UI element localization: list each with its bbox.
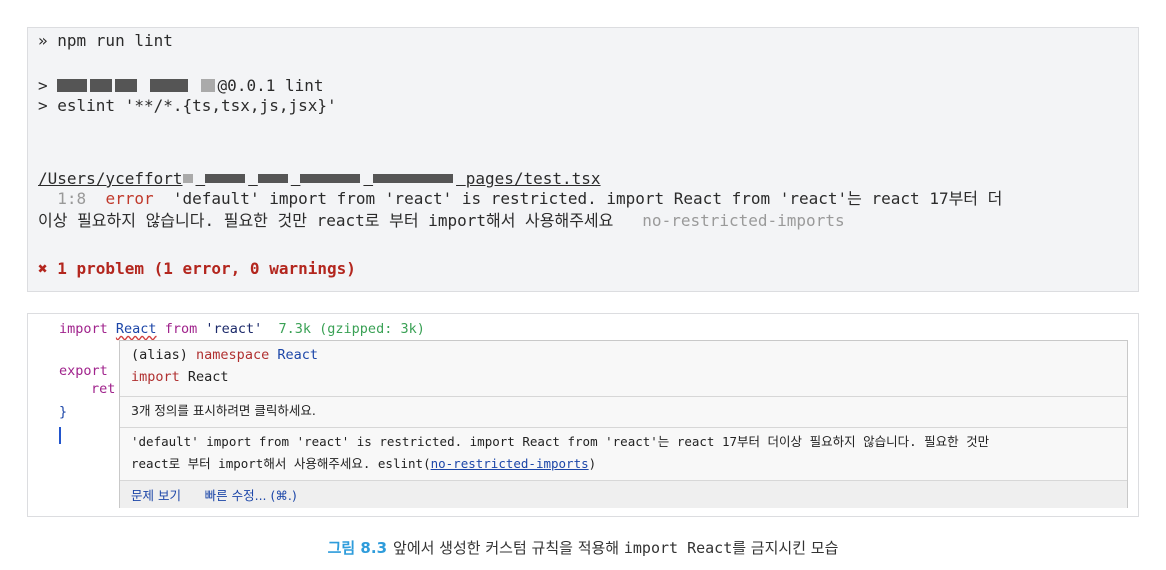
hover-popup: (alias) namespace React import React 3개 … (119, 340, 1128, 508)
redacted-block (115, 79, 138, 92)
error-line-2: 이상 필요하지 않습니다. 필요한 것만 react로 부터 import해서 … (38, 211, 845, 231)
hover-signature: (alias) namespace React import React (120, 344, 1127, 388)
code-line-brace: } (59, 404, 68, 420)
lint-message-text: react로 부터 import해서 사용해주세요. eslint( (131, 456, 431, 471)
problem-summary: ✖ 1 problem (1 error, 0 warnings) (38, 259, 356, 278)
alias-name: React (277, 347, 318, 363)
caption-text: 앞에서 생성한 커스텀 규칙을 적용해 (393, 539, 624, 557)
editor-panel: import React from 'react' 7.3k (gzipped:… (27, 313, 1139, 517)
lint-message-line-1: 'default' import from 'react' is restric… (131, 434, 990, 449)
error-message: 'default' import from 'react' is restric… (172, 189, 1003, 208)
redacted-block (373, 174, 454, 183)
alias-prefix: (alias) (131, 347, 188, 363)
lint-message: 'default' import from 'react' is restric… (120, 431, 1127, 475)
error-message-cont: 이상 필요하지 않습니다. 필요한 것만 react로 부터 import해서 … (38, 211, 614, 230)
file-path-prefix: /Users/yceffort (38, 169, 183, 188)
terminal-panel: » npm run lint > @0.0.1 lint > eslint '*… (27, 27, 1139, 292)
error-line-1: 1:8 error 'default' import from 'react' … (38, 189, 1002, 209)
redacted-block (149, 79, 188, 92)
redacted-block (205, 174, 246, 183)
caption-text-end: 를 금지시킨 모습 (732, 539, 839, 557)
keyword-import: import (59, 321, 108, 337)
import-line: import React (131, 366, 1127, 388)
redacted-block (90, 79, 113, 92)
lint-message-end: ) (588, 456, 597, 471)
error-label: error (105, 189, 154, 208)
caption-code: import React (623, 539, 733, 557)
eslint-command: > eslint '**/*.{ts,tsx,js,jsx}' (38, 96, 337, 115)
module-string: 'react' (205, 321, 263, 337)
code-line-return: ret (91, 381, 116, 397)
redacted-block (257, 174, 288, 183)
view-problem-link[interactable]: 문제 보기 (131, 488, 181, 503)
redacted-block (57, 79, 88, 92)
package-version: @0.0.1 lint (217, 76, 324, 95)
figure-caption: 그림 8.3 앞에서 생성한 커스텀 규칙을 적용해 import React를 … (0, 537, 1166, 558)
text-cursor (59, 427, 61, 444)
keyword-from: from (164, 321, 198, 337)
rule-link[interactable]: no-restricted-imports (431, 456, 589, 471)
hover-divider (120, 396, 1127, 397)
command-line: » npm run lint (38, 31, 173, 50)
error-location: 1:8 (57, 189, 87, 208)
code-line-export: export (59, 363, 108, 379)
quick-fix-link[interactable]: 빠른 수정... (⌘.) (205, 488, 297, 503)
react-identifier[interactable]: React (116, 321, 157, 337)
alias-line: (alias) namespace React (131, 344, 1127, 366)
hover-actions: 문제 보기 빠른 수정... (⌘.) (120, 481, 1127, 508)
package-line: > @0.0.1 lint (38, 76, 324, 95)
import-keyword: import (131, 369, 180, 385)
definition-hint[interactable]: 3개 정의를 표시하려면 클릭하세요. (120, 400, 1127, 422)
redacted-block (182, 174, 193, 183)
redacted-block (200, 79, 215, 92)
figure-label: 그림 8.3 (327, 539, 388, 557)
import-size-hint: 7.3k (gzipped: 3k) (278, 321, 425, 337)
alias-kind: namespace (196, 347, 270, 363)
import-name: React (187, 369, 229, 385)
file-path[interactable]: /Users/yceffort pages/test.tsx (38, 169, 601, 189)
rule-name: no-restricted-imports (642, 211, 845, 230)
redacted-block (300, 174, 361, 183)
hover-divider (120, 427, 1127, 428)
code-line-1: import React from 'react' 7.3k (gzipped:… (59, 320, 425, 338)
file-path-suffix: pages/test.tsx (465, 169, 601, 188)
lint-message-line-2: react로 부터 import해서 사용해주세요. eslint(no-res… (131, 453, 1127, 475)
